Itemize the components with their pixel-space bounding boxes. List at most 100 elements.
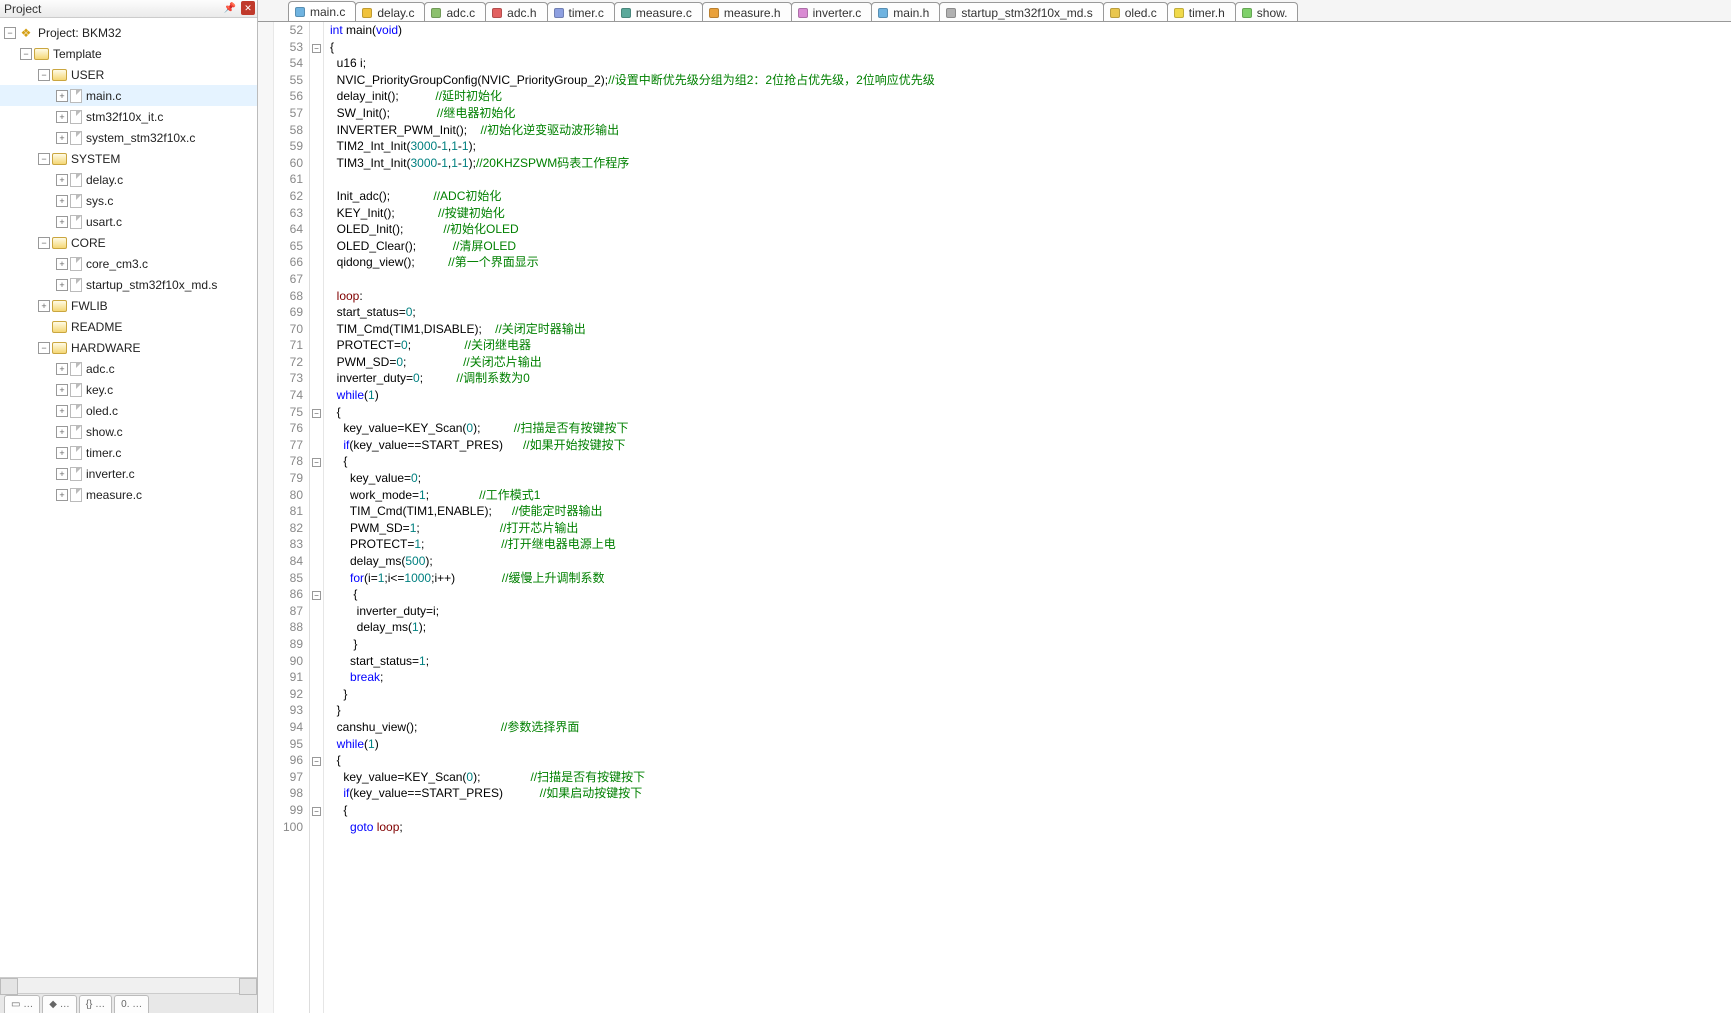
code-line[interactable]: KEY_Init(); //按键初始化 — [330, 205, 1731, 222]
code-line[interactable]: int main(void) — [330, 22, 1731, 39]
expand-icon[interactable]: + — [38, 300, 50, 312]
expand-icon[interactable]: − — [38, 153, 50, 165]
tree-file[interactable]: +timer.c — [0, 442, 257, 463]
code-line[interactable]: break; — [330, 669, 1731, 686]
pin-icon[interactable]: 📌 — [223, 1, 237, 15]
code-line[interactable]: { — [330, 586, 1731, 603]
tree-file[interactable]: +show.c — [0, 421, 257, 442]
code-line[interactable]: qidong_view(); //第一个界面显示 — [330, 254, 1731, 271]
fold-toggle-icon[interactable]: − — [312, 757, 321, 766]
bottom-tab[interactable]: ◆ … — [42, 995, 76, 1013]
code-line[interactable]: TIM_Cmd(TIM1,ENABLE); //使能定时器输出 — [330, 503, 1731, 520]
code-line[interactable]: TIM3_Int_Init(3000-1,1-1);//20KHZSPWM码表工… — [330, 155, 1731, 172]
tree-file[interactable]: +sys.c — [0, 190, 257, 211]
code-line[interactable] — [330, 271, 1731, 288]
expand-icon[interactable]: + — [56, 363, 68, 375]
tree-file[interactable]: +usart.c — [0, 211, 257, 232]
code-line[interactable]: delay_ms(1); — [330, 619, 1731, 636]
code-line[interactable]: inverter_duty=0; //调制系数为0 — [330, 370, 1731, 387]
editor-tab[interactable]: startup_stm32f10x_md.s — [939, 2, 1103, 22]
expand-icon[interactable]: + — [56, 216, 68, 228]
bottom-tab[interactable]: {} … — [79, 995, 112, 1013]
expand-icon[interactable]: + — [56, 447, 68, 459]
code-editor[interactable]: 5253545556575859606162636465666768697071… — [258, 22, 1731, 1013]
code-line[interactable]: key_value=KEY_Scan(0); //扫描是否有按键按下 — [330, 769, 1731, 786]
tree-root[interactable]: −Project: BKM32 — [0, 22, 257, 43]
code-line[interactable]: SW_Init(); //继电器初始化 — [330, 105, 1731, 122]
expand-icon[interactable]: − — [4, 27, 16, 39]
code-line[interactable]: start_status=1; — [330, 653, 1731, 670]
code-line[interactable]: canshu_view(); //参数选择界面 — [330, 719, 1731, 736]
expand-icon[interactable]: − — [38, 342, 50, 354]
bottom-tab[interactable]: 0. … — [114, 995, 149, 1013]
bottom-tab[interactable]: ▭ … — [4, 995, 40, 1013]
expand-icon[interactable]: + — [56, 489, 68, 501]
expand-icon[interactable]: + — [56, 405, 68, 417]
breakpoint-gutter[interactable] — [258, 22, 274, 1013]
code-line[interactable] — [330, 171, 1731, 188]
expand-icon[interactable]: + — [56, 426, 68, 438]
code-line[interactable]: } — [330, 702, 1731, 719]
code-line[interactable]: } — [330, 686, 1731, 703]
expand-icon[interactable]: − — [38, 237, 50, 249]
tree-group-readme[interactable]: README — [0, 316, 257, 337]
code-line[interactable]: { — [330, 802, 1731, 819]
code-line[interactable]: while(1) — [330, 736, 1731, 753]
fold-toggle-icon[interactable]: − — [312, 591, 321, 600]
editor-tab[interactable]: main.h — [871, 2, 940, 22]
code-line[interactable]: PWM_SD=1; //打开芯片输出 — [330, 520, 1731, 537]
tree-file[interactable]: +system_stm32f10x.c — [0, 127, 257, 148]
editor-tab[interactable]: measure.c — [614, 2, 703, 22]
fold-toggle-icon[interactable]: − — [312, 458, 321, 467]
code-line[interactable]: key_value=KEY_Scan(0); //扫描是否有按键按下 — [330, 420, 1731, 437]
code-line[interactable]: } — [330, 636, 1731, 653]
code-line[interactable]: PROTECT=0; //关闭继电器 — [330, 337, 1731, 354]
expand-icon[interactable]: + — [56, 111, 68, 123]
tree-file[interactable]: +key.c — [0, 379, 257, 400]
tree-file[interactable]: +main.c — [0, 85, 257, 106]
code-line[interactable]: PWM_SD=0; //关闭芯片输出 — [330, 354, 1731, 371]
tree-group-hardware[interactable]: −HARDWARE — [0, 337, 257, 358]
editor-tab[interactable]: main.c — [288, 1, 356, 22]
code-line[interactable]: OLED_Init(); //初始化OLED — [330, 221, 1731, 238]
expand-icon[interactable]: + — [56, 174, 68, 186]
tree-file[interactable]: +core_cm3.c — [0, 253, 257, 274]
code-line[interactable]: goto loop; — [330, 819, 1731, 836]
code-line[interactable]: start_status=0; — [330, 304, 1731, 321]
editor-tab[interactable]: adc.c — [424, 2, 486, 22]
code-line[interactable]: key_value=0; — [330, 470, 1731, 487]
tree-file[interactable]: +inverter.c — [0, 463, 257, 484]
code-line[interactable]: loop: — [330, 288, 1731, 305]
code-line[interactable]: { — [330, 404, 1731, 421]
tree-file[interactable]: +measure.c — [0, 484, 257, 505]
fold-toggle-icon[interactable]: − — [312, 409, 321, 418]
tree-group-fwlib[interactable]: +FWLIB — [0, 295, 257, 316]
code-line[interactable]: work_mode=1; //工作模式1 — [330, 487, 1731, 504]
code-line[interactable]: delay_init(); //延时初始化 — [330, 88, 1731, 105]
tree-file[interactable]: +adc.c — [0, 358, 257, 379]
code-line[interactable]: inverter_duty=i; — [330, 603, 1731, 620]
expand-icon[interactable]: + — [56, 279, 68, 291]
code-line[interactable]: { — [330, 453, 1731, 470]
expand-icon[interactable]: − — [20, 48, 32, 60]
project-tree[interactable]: −Project: BKM32−Template−USER+main.c+stm… — [0, 18, 257, 977]
code-line[interactable]: PROTECT=1; //打开继电器电源上电 — [330, 536, 1731, 553]
code-line[interactable]: while(1) — [330, 387, 1731, 404]
close-icon[interactable]: ✕ — [241, 1, 255, 15]
editor-tab[interactable]: delay.c — [355, 2, 425, 22]
editor-tab[interactable]: timer.c — [547, 2, 615, 22]
code-line[interactable]: NVIC_PriorityGroupConfig(NVIC_PriorityGr… — [330, 72, 1731, 89]
fold-gutter[interactable]: −−−−−− — [310, 22, 324, 1013]
expand-icon[interactable]: + — [56, 258, 68, 270]
code-line[interactable]: TIM_Cmd(TIM1,DISABLE); //关闭定时器输出 — [330, 321, 1731, 338]
editor-tab[interactable]: adc.h — [485, 2, 547, 22]
tree-template[interactable]: −Template — [0, 43, 257, 64]
code-line[interactable]: INVERTER_PWM_Init(); //初始化逆变驱动波形输出 — [330, 122, 1731, 139]
tree-file[interactable]: +startup_stm32f10x_md.s — [0, 274, 257, 295]
tree-file[interactable]: +stm32f10x_it.c — [0, 106, 257, 127]
expand-icon[interactable]: + — [56, 132, 68, 144]
fold-toggle-icon[interactable]: − — [312, 44, 321, 53]
editor-tab[interactable]: inverter.c — [791, 2, 873, 22]
tree-group-user[interactable]: −USER — [0, 64, 257, 85]
expand-icon[interactable]: − — [38, 69, 50, 81]
